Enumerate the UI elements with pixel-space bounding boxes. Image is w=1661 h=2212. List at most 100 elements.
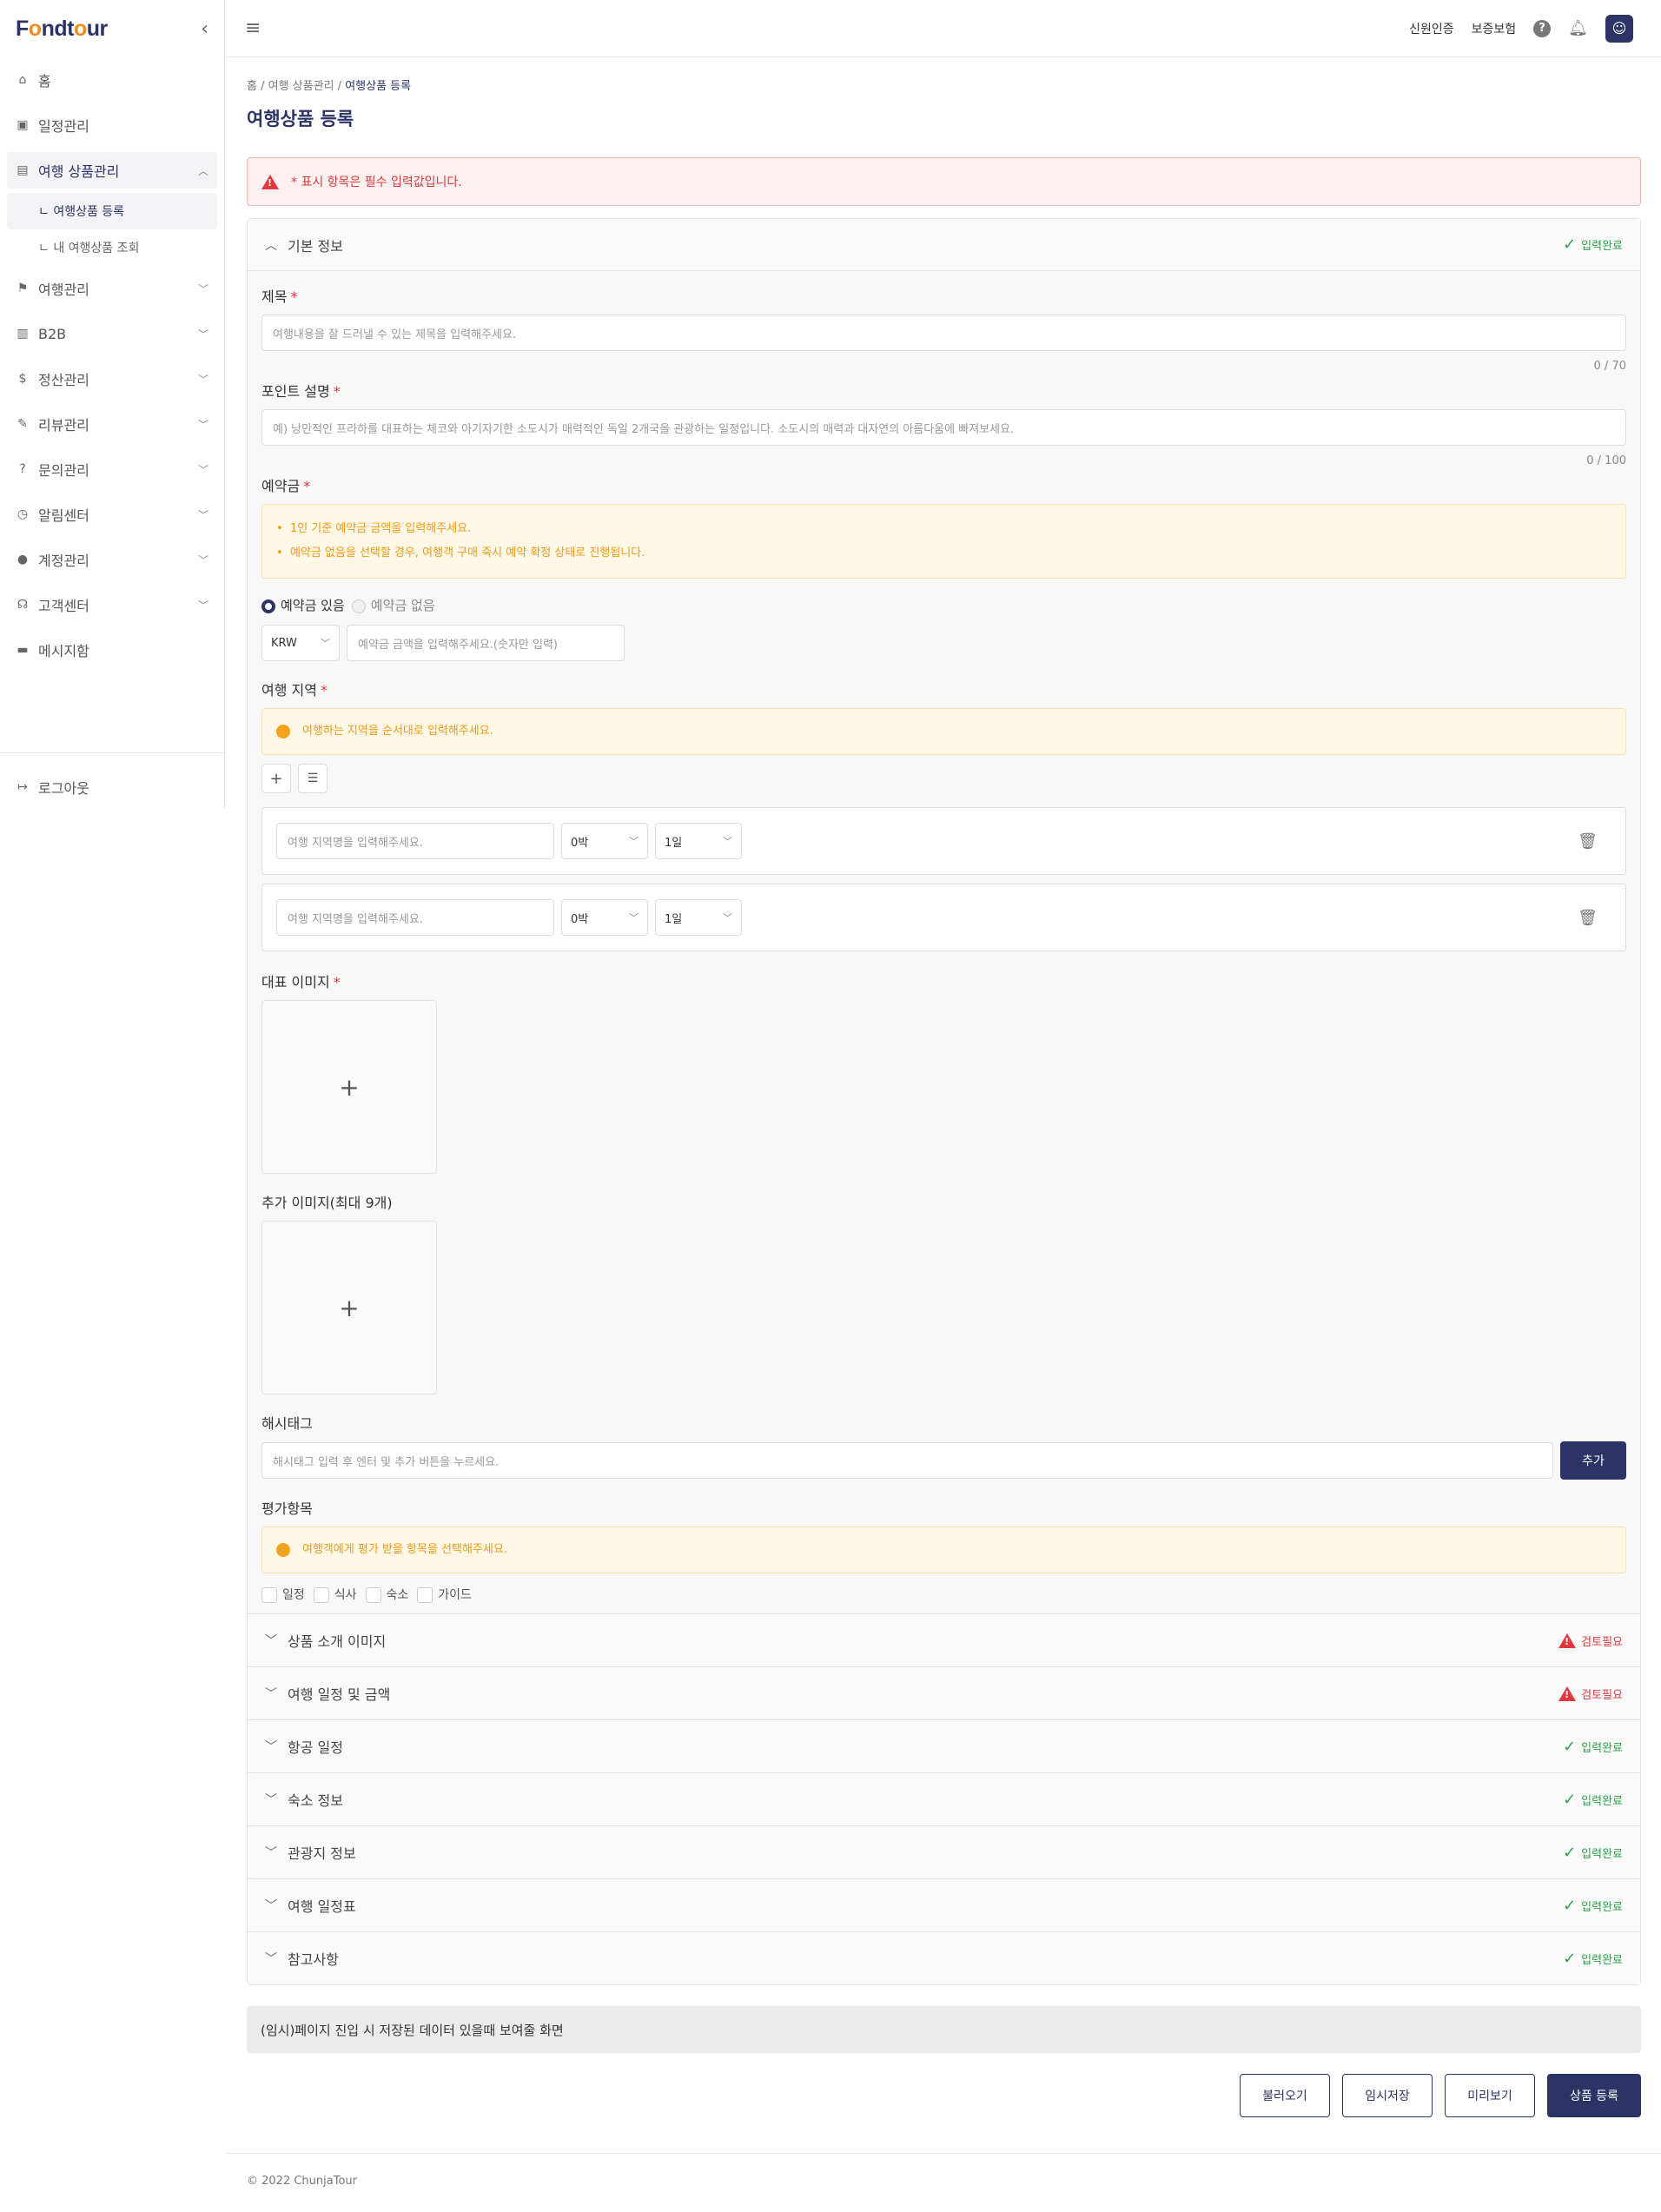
eval-checkbox-lodging[interactable]: 숙소	[365, 1586, 409, 1603]
sidebar-item-label: 정산관리	[38, 372, 89, 388]
warning-icon	[261, 174, 279, 189]
status-text: 입력완료	[1581, 1847, 1623, 1861]
deposit-row: KRW ﹀ 예약금 금액을 입력해주세요.(숫자만 입력)	[261, 625, 1626, 661]
sidebar-item-product[interactable]: ▤ 여행 상품관리 ︿	[7, 152, 217, 189]
deposit-amount-input[interactable]: 예약금 금액을 입력해주세요.(숫자만 입력)	[347, 625, 625, 661]
sidebar-item-label: 여행관리	[38, 281, 89, 298]
form-card: ︿ 기본 정보 ✓ 입력완료 제목 * 여행내용을 잘 드러낼 수 있는 제목을 입…	[247, 218, 1641, 1985]
main-image-upload[interactable]: +	[261, 1000, 437, 1174]
collapse-sidebar-icon[interactable]: ‹	[201, 18, 208, 40]
sidebar-divider	[0, 752, 225, 753]
register-button[interactable]: 상품 등록	[1547, 2074, 1641, 2117]
sidebar-item-schedule[interactable]: ▣ 일정관리	[0, 103, 224, 148]
section-notes-header[interactable]: ﹀ 참고사항 ✓ 입력완료	[248, 1931, 1640, 1984]
sidebar-subitem-label: ㄴ 내 여행상품 조회	[38, 242, 140, 255]
sidebar-item-account[interactable]: ● 계정관리 ﹀	[0, 537, 224, 582]
title-input[interactable]: 여행내용을 잘 드러낼 수 있는 제목을 입력해주세요.	[261, 315, 1626, 351]
help-icon[interactable]: ?	[1533, 19, 1552, 37]
days-select[interactable]: 1일 ﹀	[655, 899, 742, 936]
sidebar-item-b2b[interactable]: ▥ B2B ﹀	[0, 311, 224, 356]
sidebar-item-support[interactable]: ☊ 고객센터 ﹀	[0, 582, 224, 627]
status-badge: ✓ 입력완료	[1563, 1844, 1623, 1862]
dollar-icon: $	[18, 372, 27, 386]
section-intro-image-header[interactable]: ﹀ 상품 소개 이미지 검토필요	[248, 1613, 1640, 1666]
section-attraction-header[interactable]: ﹀ 관광지 정보 ✓ 입력완료	[248, 1825, 1640, 1878]
checkbox-label: 숙소	[386, 1588, 409, 1602]
hashtag-input[interactable]: 해시태그 입력 후 엔터 및 추가 버튼을 누르세요.	[261, 1442, 1553, 1479]
checkbox-label: 가이드	[438, 1588, 472, 1602]
avatar[interactable]: ☺	[1605, 14, 1633, 43]
sidebar-item-travel[interactable]: ⚑ 여행관리 ﹀	[0, 266, 224, 311]
sidebar-subitem-my-products[interactable]: ㄴ 내 여행상품 조회	[0, 229, 224, 266]
eval-checkbox-schedule[interactable]: 일정	[261, 1586, 305, 1603]
bulb-icon	[276, 1543, 290, 1557]
sidebar-item-label: 고객센터	[38, 598, 89, 614]
label-text: 여행 지역	[261, 682, 317, 699]
add-region-button[interactable]: +	[261, 764, 291, 793]
required-alert: * 표시 항목은 필수 입력값입니다.	[247, 157, 1641, 206]
logout-button[interactable]: ↦ 로그아웃	[0, 765, 225, 810]
sidebar-item-settlement[interactable]: $ 정산관리 ﹀	[0, 356, 224, 401]
point-input[interactable]: 예) 낭만적인 프라하를 대표하는 체코와 아기자기한 소도시가 매력적인 독일…	[261, 409, 1626, 446]
breadcrumb-home[interactable]: 홈	[247, 80, 257, 93]
chevron-down-icon: ﹀	[723, 836, 732, 847]
status-text: 검토필요	[1581, 1688, 1623, 1702]
sidebar-item-alarm[interactable]: ◷ 알림센터 ﹀	[0, 492, 224, 537]
hashtag-add-button[interactable]: 추가	[1560, 1441, 1626, 1480]
section-itinerary-header[interactable]: ﹀ 여행 일정표 ✓ 입력완료	[248, 1878, 1640, 1931]
section-basic-header[interactable]: ︿ 기본 정보 ✓ 입력완료	[248, 219, 1640, 271]
chevron-down-icon: ﹀	[265, 1634, 277, 1648]
plus-icon: +	[339, 1293, 360, 1322]
status-badge: ✓ 입력완료	[1563, 1950, 1623, 1968]
status-badge: 검토필요	[1558, 1685, 1623, 1702]
eval-checkbox-meal[interactable]: 식사	[313, 1586, 357, 1603]
section-flight-header[interactable]: ﹀ 항공 일정 ✓ 입력완료	[248, 1719, 1640, 1772]
section-title: 상품 소개 이미지	[288, 1633, 387, 1650]
eval-checkbox-guide[interactable]: 가이드	[417, 1586, 472, 1603]
sidebar-item-inquiry[interactable]: ? 문의관리 ﹀	[0, 447, 224, 492]
bell-icon[interactable]: 🔔︎	[1568, 19, 1588, 37]
sidebar-item-review[interactable]: ✎ 리뷰관리 ﹀	[0, 401, 224, 447]
section-schedule-price-header[interactable]: ﹀ 여행 일정 및 금액 검토필요	[248, 1666, 1640, 1719]
list-region-button[interactable]: ☰	[298, 764, 328, 793]
checkbox	[417, 1587, 433, 1603]
nights-select[interactable]: 0박 ﹀	[561, 823, 648, 859]
hamburger-menu-icon[interactable]: ≡	[245, 17, 261, 39]
trash-icon[interactable]: 🗑︎	[1578, 909, 1598, 927]
extra-image-upload[interactable]: +	[261, 1221, 437, 1394]
section-title: 여행 일정 및 금액	[288, 1686, 391, 1703]
breadcrumb-parent[interactable]: 여행 상품관리	[268, 80, 334, 93]
temp-save-button[interactable]: 임시저장	[1342, 2074, 1433, 2117]
status-text: 입력완료	[1581, 1794, 1623, 1808]
notice-line: • 예약금 없음을 선택할 경우, 여행객 구매 즉시 예약 확정 상태로 진행…	[276, 546, 645, 560]
required-mark: *	[320, 682, 328, 699]
chevron-down-icon: ﹀	[265, 1846, 277, 1860]
days-select[interactable]: 1일 ﹀	[655, 823, 742, 859]
deposit-yes-radio[interactable]: 예약금 있음	[261, 596, 345, 614]
chevron-down-icon: ﹀	[265, 1952, 277, 1966]
building-icon: ▥	[17, 327, 29, 341]
deposit-no-radio[interactable]: 예약금 없음	[351, 596, 435, 614]
section-title: 여행 일정표	[288, 1898, 356, 1915]
chevron-down-icon: ﹀	[197, 553, 208, 566]
calendar-icon: ▣	[17, 118, 29, 132]
main-content: 홈 / 여행 상품관리 / 여행상품 등록 여행상품 등록 * 표시 항목은 필…	[247, 57, 1641, 2117]
sidebar-item-message[interactable]: ▬ 메시지함	[0, 627, 224, 672]
sidebar-subitem-register[interactable]: ㄴ 여행상품 등록	[7, 193, 217, 229]
preview-button[interactable]: 미리보기	[1445, 2074, 1535, 2117]
identity-auth-link[interactable]: 신원인증	[1409, 20, 1454, 37]
load-button[interactable]: 불러오기	[1240, 2074, 1330, 2117]
insurance-link[interactable]: 보증보험	[1472, 20, 1517, 37]
sidebar-item-home[interactable]: ⌂ 홈	[0, 57, 224, 103]
region-name-input[interactable]: 여행 지역명을 입력해주세요.	[276, 899, 554, 936]
review-icon: ✎	[17, 417, 28, 431]
nights-select[interactable]: 0박 ﹀	[561, 899, 648, 936]
section-lodging-header[interactable]: ﹀ 숙소 정보 ✓ 입력완료	[248, 1772, 1640, 1825]
topbar-right: 신원인증 보증보험 ? 🔔︎ ☺	[1409, 14, 1633, 43]
trash-icon[interactable]: 🗑︎	[1578, 832, 1598, 851]
logout-icon: ↦	[17, 780, 28, 794]
findtour-logo[interactable]: Fondtour	[16, 17, 108, 42]
currency-select[interactable]: KRW ﹀	[261, 625, 340, 661]
section-title: 관광지 정보	[288, 1845, 356, 1862]
region-name-input[interactable]: 여행 지역명을 입력해주세요.	[276, 823, 554, 859]
